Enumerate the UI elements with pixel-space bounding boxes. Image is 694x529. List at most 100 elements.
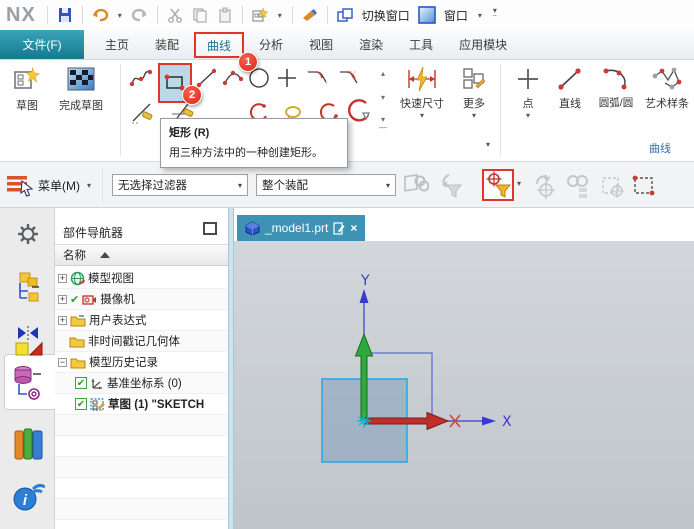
format-brush-icon[interactable] (300, 5, 320, 25)
camera-icon (82, 294, 97, 305)
switch-window-icon[interactable] (335, 5, 355, 25)
tooltip-title: 矩形 (R) (169, 127, 210, 139)
paste-icon[interactable] (215, 5, 235, 25)
quick-trim-tool-icon[interactable] (130, 100, 156, 126)
tab-home[interactable]: 主页 (92, 30, 142, 59)
ribbon-tab-row: 文件(F) 主页 装配 曲线 分析 视图 渲染 工具 应用模块 (0, 30, 694, 60)
expand-icon[interactable]: + (58, 294, 67, 304)
panel-restore-button[interactable] (203, 222, 217, 235)
menu-button[interactable]: 菜单(M) ▾ (6, 170, 94, 200)
undo-button[interactable] (90, 5, 110, 25)
reset-orientation-button[interactable] (530, 172, 558, 200)
new-window-icon[interactable] (250, 5, 270, 25)
tree-row-cameras[interactable]: + ✔ 摄像机 (55, 289, 228, 310)
more-dropdown[interactable]: ▾ (472, 111, 476, 120)
snap-point-filter-button[interactable] (482, 169, 514, 201)
empty-row (55, 478, 228, 499)
chamfer-tool-icon[interactable] (336, 65, 362, 91)
quick-dimension-button[interactable]: 快速尺寸 ▾ (398, 66, 446, 120)
tree-row-user-expressions[interactable]: + 用户表达式 (55, 310, 228, 331)
combo-dropdown-icon: ▾ (385, 180, 390, 190)
nx-logo: NX (6, 3, 36, 26)
viewport-canvas[interactable]: Y X (234, 241, 694, 529)
more-icon (463, 68, 486, 89)
point-button[interactable]: 点 ▾ (510, 66, 546, 120)
show-only-button[interactable] (598, 172, 626, 200)
tree-row-non-timestamp[interactable]: 非时间戳记几何体 (55, 331, 228, 352)
customize-quick-access[interactable]: ▾ ‾ (490, 6, 500, 24)
save-button[interactable] (55, 5, 75, 25)
menu-dropdown: ▾ (86, 180, 91, 190)
modified-document-icon (333, 221, 345, 235)
tree-row-datum-csys[interactable]: ✔ 基准坐标系 (0) (55, 373, 228, 394)
empty-row (55, 457, 228, 478)
point-tool-icon[interactable] (274, 65, 300, 91)
art-spline-label: 艺术样条 (645, 98, 689, 110)
line-button[interactable]: 直线 (550, 66, 590, 111)
expand-icon[interactable]: + (58, 315, 67, 325)
constraint-navigator-icon[interactable] (10, 324, 46, 360)
expand-icon[interactable]: + (58, 273, 67, 283)
window-label[interactable]: 窗口 (444, 7, 468, 24)
collapse-icon[interactable]: − (58, 357, 67, 367)
undo-dropdown[interactable]: ▾ (115, 11, 125, 20)
gallery-expand[interactable]: ▾ — (376, 116, 390, 132)
close-tab-icon[interactable]: × (350, 221, 357, 235)
tree-row-model-views[interactable]: + 模型视图 (55, 268, 228, 289)
tree-row-model-history[interactable]: − 模型历史记录 (55, 352, 228, 373)
tab-view[interactable]: 视图 (296, 30, 346, 59)
empty-row (55, 499, 228, 520)
point-dropdown[interactable]: ▾ (526, 111, 530, 120)
more-button[interactable]: 更多 ▾ (454, 66, 494, 120)
part-navigator-icon[interactable] (10, 364, 46, 400)
arc-circle-icon (603, 68, 627, 90)
dimension-group-launcher[interactable]: ▾ (482, 140, 494, 149)
title-bar: NX ▾ ▾ 切换窗口 窗口 ▾ ▾ ‾ (0, 0, 694, 30)
art-spline-button[interactable]: 艺术样条 (642, 66, 692, 111)
tab-file[interactable]: 文件(F) (0, 30, 84, 59)
roles-gear-icon[interactable] (10, 216, 46, 252)
redo-button[interactable] (130, 5, 150, 25)
window-dropdown[interactable]: ▾ (475, 11, 485, 20)
arc-circle-button[interactable]: 圆弧/圆 (592, 66, 640, 110)
internet-info-icon[interactable]: i (10, 478, 46, 514)
rectangle-tooltip: 矩形 (R) 用三种方法中的一种创建矩形。 (160, 118, 348, 168)
datum-axis-x-arrowhead (482, 416, 496, 426)
viewport-tab-bar: _model1.prt × (234, 208, 694, 241)
tab-tools[interactable]: 工具 (396, 30, 446, 59)
fillet-tool-icon[interactable] (304, 65, 330, 91)
gallery-scroll-up[interactable]: ▴ (376, 70, 390, 78)
new-window-dropdown[interactable]: ▾ (275, 11, 285, 20)
profile-tool-icon[interactable] (128, 65, 154, 91)
tree-row-sketch[interactable]: ✔ 草图 (1) "SKETCH (55, 394, 228, 415)
copy-icon[interactable] (190, 5, 210, 25)
tab-assembly[interactable]: 装配 (142, 30, 192, 59)
navigator-column-header[interactable]: 名称 (55, 244, 228, 266)
filter-back-button[interactable] (438, 172, 466, 200)
divider (102, 168, 103, 202)
part-file-tab[interactable]: _model1.prt × (237, 215, 366, 241)
find-component-button[interactable] (564, 172, 592, 200)
snap-plane-button[interactable] (402, 172, 430, 200)
snap-point-dropdown[interactable]: ▾ (517, 179, 521, 188)
sketch-button[interactable]: 草图 (8, 66, 46, 113)
switch-window-label[interactable]: 切换窗口 (362, 7, 410, 24)
selection-filter-combo[interactable]: 无选择过滤器 ▾ (112, 174, 248, 196)
tab-render[interactable]: 渲染 (346, 30, 396, 59)
gallery-scroll-down[interactable]: ▾ (376, 94, 390, 102)
cut-icon[interactable] (165, 5, 185, 25)
divider (326, 6, 328, 24)
finish-sketch-button[interactable]: 完成草图 (50, 66, 112, 113)
resource-bar: i (0, 208, 55, 529)
quick-dimension-dropdown[interactable]: ▾ (420, 111, 424, 120)
tab-curve[interactable]: 曲线 (194, 32, 245, 58)
selection-scope-combo[interactable]: 整个装配 ▾ (256, 174, 396, 196)
tab-app-modules[interactable]: 应用模块 (446, 30, 520, 59)
sketch-item-icon (90, 398, 105, 411)
reuse-library-icon[interactable] (10, 426, 46, 462)
window-icon[interactable] (417, 5, 437, 25)
checkbox-checked[interactable]: ✔ (75, 398, 87, 410)
assembly-navigator-icon[interactable] (10, 270, 46, 306)
select-by-rectangle-button[interactable] (630, 172, 658, 200)
checkbox-checked[interactable]: ✔ (75, 377, 87, 389)
